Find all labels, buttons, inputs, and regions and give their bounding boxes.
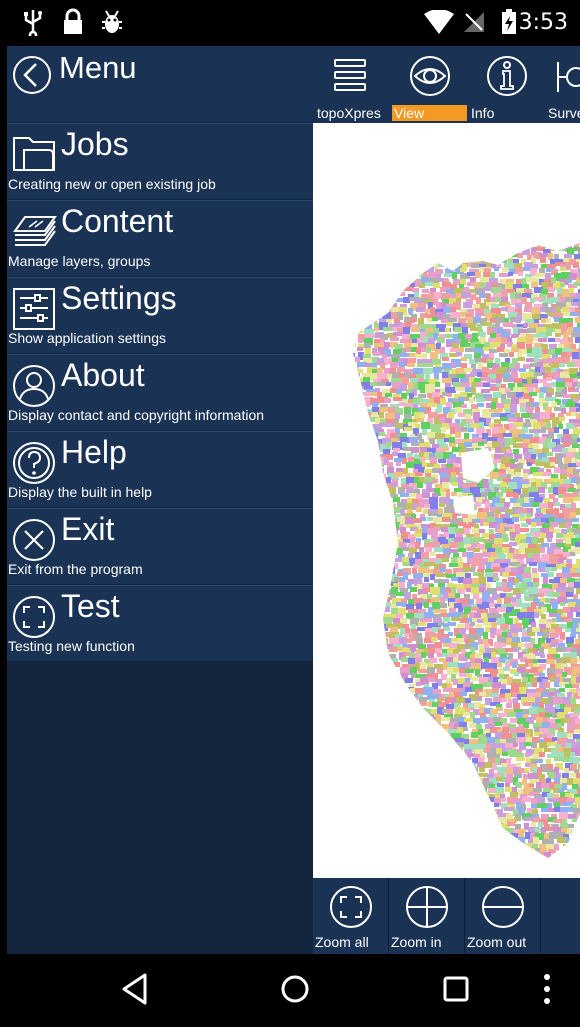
menu-title: Menu [59,50,137,85]
eye-icon [410,56,450,96]
menu-item-description: Manage layers, groups [8,253,151,269]
tool-label: Info [471,105,495,121]
menu-item-description: Exit from the program [8,561,143,577]
tool-label: Surve [548,105,580,121]
menu-item-label: Settings [61,280,177,316]
menu-item-label: Help [61,434,127,470]
tool-info[interactable]: Info [467,46,544,123]
signal-icon [464,12,484,32]
sliders-icon [13,288,55,330]
layers-icon [13,216,57,246]
zoom-out-icon [482,886,524,928]
usb-icon [24,10,42,36]
menu-item-description: Display the built in help [8,484,152,500]
tool-view[interactable]: View [390,46,467,123]
system-nav-bar [0,954,580,1027]
tool-survey[interactable]: Surve [544,46,580,123]
question-icon [13,442,55,484]
close-circle-icon [13,519,55,561]
zoom-toolbar: Zoom all Zoom in Zoom out [313,878,580,954]
menu-item-jobs[interactable]: Jobs Creating new or open existing job [7,123,313,199]
menu-item-test[interactable]: Test Testing new function [7,585,313,661]
menu-item-label: Test [61,588,120,624]
top-toolbar: topoXpres View Info Surve [313,46,580,123]
wifi-icon [424,10,454,34]
menu-item-label: About [61,357,145,393]
battery-charging-icon [502,9,516,34]
menu-item-description: Creating new or open existing job [8,176,216,192]
menu-item-label: Exit [61,511,115,547]
menu-item-description: Display contact and copyright informatio… [8,407,265,423]
back-icon[interactable] [11,54,53,96]
status-time: 3:53 [518,10,568,35]
menu-item-label: Jobs [61,126,129,162]
menu-item-description: Testing new function [8,638,135,654]
zoom-in-icon [406,886,448,928]
menu-item-help[interactable]: Help Display the built in help [7,431,313,507]
person-icon [13,365,55,407]
zoom-label: Zoom in [391,934,442,950]
more-options-icon[interactable] [540,972,554,1006]
menu-item-label: Content [61,203,174,239]
menu-item-content[interactable]: Content Manage layers, groups [7,200,313,276]
menu-item-exit[interactable]: Exit Exit from the program [7,508,313,584]
info-icon [487,56,527,96]
tool-topoxpres[interactable]: topoXpres [313,46,390,123]
menu-header[interactable]: Menu [7,46,313,122]
frame-icon [13,596,55,638]
survey-icon [557,62,580,92]
status-bar: 3:53 [0,0,580,46]
zoom-in-button[interactable]: Zoom in [389,878,465,954]
hamburger-icon [334,59,366,91]
zoom-label: Zoom all [315,934,369,950]
recents-nav-icon[interactable] [441,972,471,1006]
side-menu: Menu Jobs Creating new or open existing … [7,46,313,954]
lock-icon [64,8,82,34]
tool-label: topoXpres [317,105,381,121]
parcel-map [353,243,580,858]
menu-item-description: Show application settings [8,330,166,346]
map-canvas[interactable] [313,123,580,878]
zoom-all-icon [330,886,372,928]
zoom-label: Zoom out [467,934,527,950]
zoom-out-button[interactable]: Zoom out [465,878,541,954]
home-nav-icon[interactable] [279,972,311,1006]
back-nav-icon[interactable] [120,972,150,1006]
menu-item-settings[interactable]: Settings Show application settings [7,277,313,353]
folder-icon [13,137,55,171]
debug-icon [102,10,122,33]
tool-label: View [392,105,467,121]
menu-item-about[interactable]: About Display contact and copyright info… [7,354,313,430]
zoom-all-button[interactable]: Zoom all [313,878,389,954]
